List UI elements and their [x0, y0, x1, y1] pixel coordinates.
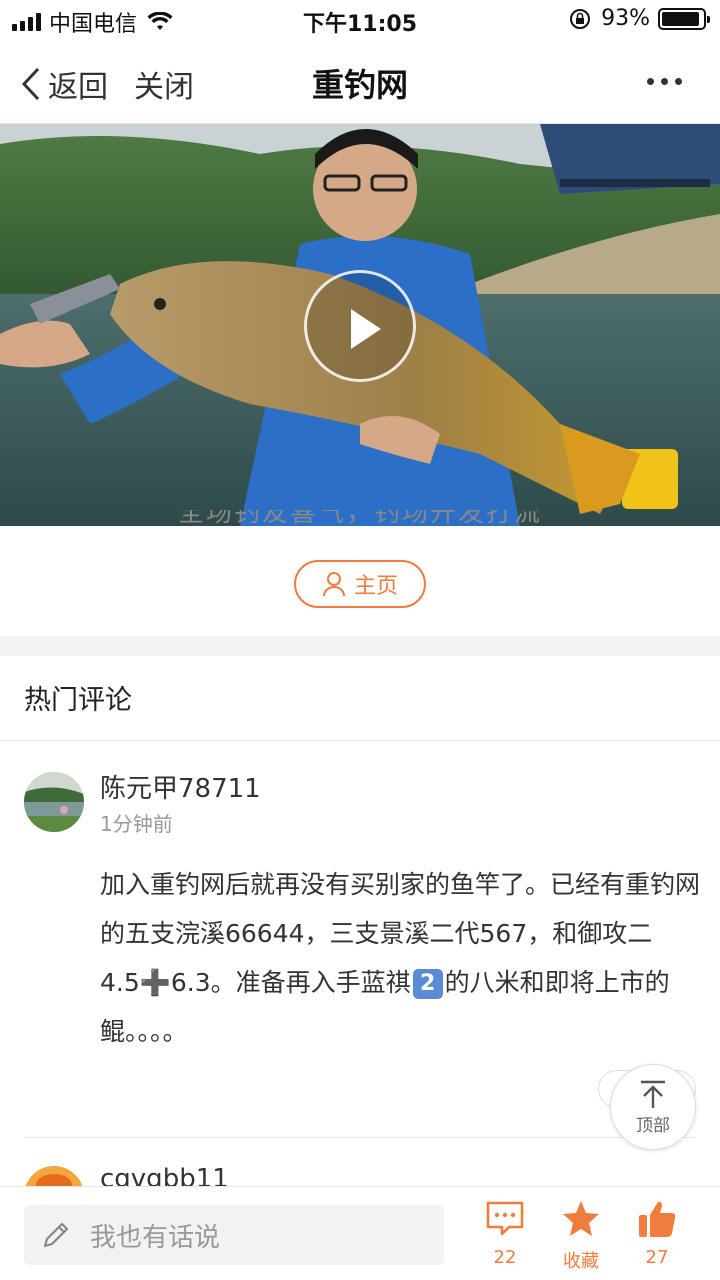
bottom-bar: 我也有话说 22 收藏 27	[0, 1186, 720, 1280]
chevron-left-icon	[21, 67, 40, 101]
nav-bar: 返回 关闭 重钓网	[0, 40, 720, 124]
back-to-top-button[interactable]: 顶部	[610, 1064, 696, 1150]
home-button-label: 主页	[353, 574, 398, 599]
close-button[interactable]: 关闭	[134, 62, 194, 106]
more-options-button[interactable]	[647, 78, 682, 85]
comments-button[interactable]: 22	[470, 1199, 540, 1268]
arrow-up-icon	[641, 1080, 665, 1108]
back-label: 返回	[48, 70, 108, 105]
thumbs-up-icon	[639, 1201, 676, 1237]
status-right: 93%	[569, 6, 710, 31]
video-player[interactable]	[0, 124, 720, 526]
divider	[0, 740, 720, 741]
more-dot-icon	[661, 78, 668, 85]
battery-icon	[658, 7, 710, 30]
like-count: 27	[645, 1247, 669, 1268]
section-divider	[0, 636, 720, 656]
like-button[interactable]: 27	[622, 1199, 692, 1268]
comment-input-placeholder: 我也有话说	[90, 1222, 221, 1253]
comment-username[interactable]: cgvgbb11	[100, 1164, 229, 1186]
play-button[interactable]	[304, 270, 416, 382]
comment-icon	[486, 1201, 524, 1236]
comment-time: 1分钟前	[100, 812, 173, 836]
video-caption-partial: 全场钓友喜气，钓场开发打流	[177, 510, 542, 528]
back-button[interactable]: 返回	[20, 62, 108, 106]
comment-username[interactable]: 陈元甲78711	[100, 768, 261, 805]
comment-divider	[24, 1137, 696, 1138]
status-bar: 中国电信 下午11:05 93%	[0, 0, 720, 40]
more-dot-icon	[675, 78, 682, 85]
number-badge: 2	[412, 969, 443, 999]
home-button[interactable]: 主页	[294, 560, 426, 608]
back-to-top-label: 顶部	[636, 1115, 670, 1136]
comment-count: 22	[493, 1247, 517, 1268]
page-title: 重钓网	[311, 66, 408, 104]
avatar-image	[24, 772, 84, 832]
rotation-lock-icon	[570, 8, 591, 29]
favorite-label: 收藏	[563, 1251, 599, 1272]
hot-comments-title: 热门评论	[24, 685, 132, 716]
avatar[interactable]	[24, 772, 84, 832]
comment-input[interactable]: 我也有话说	[24, 1205, 444, 1265]
user-icon	[322, 572, 345, 597]
battery-percent: 93%	[601, 6, 650, 31]
star-icon	[563, 1201, 599, 1236]
more-dot-icon	[647, 78, 654, 85]
pencil-icon	[43, 1222, 69, 1248]
comment-body: 加入重钓网后就再没有买别家的鱼竿了。已经有重钓网的五支浣溪66644，三支景溪二…	[100, 870, 701, 1046]
plus-symbol: ➕	[139, 968, 171, 997]
battery-fill	[662, 11, 699, 26]
favorite-button[interactable]: 收藏	[546, 1199, 616, 1273]
